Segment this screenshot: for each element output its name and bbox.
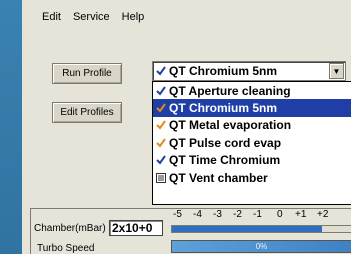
turbo-speed-label: Turbo Speed <box>37 243 95 254</box>
dropdown-item-label: QT Pulse cord evap <box>169 135 282 150</box>
check-mark-icon <box>156 155 166 165</box>
turbo-speed-value: 0% <box>255 242 268 251</box>
scale-tick: -3 <box>213 209 222 220</box>
menu-edit[interactable]: Edit <box>36 11 67 23</box>
dropdown-item-label: QT Time Chromium <box>169 153 281 168</box>
chamber-pressure-label: Chamber(mBar) <box>34 223 106 234</box>
dropdown-item-time-chromium[interactable]: QT Time Chromium <box>153 152 351 169</box>
menu-help[interactable]: Help <box>116 11 151 23</box>
scale-tick: +2 <box>317 209 329 220</box>
check-mark-icon <box>156 86 166 96</box>
scale-tick: -1 <box>253 209 262 220</box>
dropdown-items: QT Aperture cleaning QT Chromium 5nm QT … <box>153 82 351 204</box>
edit-profiles-button[interactable]: Edit Profiles <box>52 102 122 123</box>
pressure-scale: -5 -4 -3 -2 -1 0 +1 +2 <box>173 209 351 223</box>
dropdown-item-chromium-5nm[interactable]: QT Chromium 5nm <box>153 99 351 117</box>
check-mark-icon <box>156 103 166 113</box>
chevron-down-icon[interactable]: ▼ <box>329 63 344 79</box>
dropdown-item-label: QT Aperture cleaning <box>169 83 291 98</box>
app-window: Edit Service Help Run Profile Edit Profi… <box>22 0 351 254</box>
profile-select-value-row: QT Chromium 5nm <box>153 64 329 78</box>
dropdown-item-metal-evaporation[interactable]: QT Metal evaporation <box>153 117 351 134</box>
profile-select[interactable]: QT Chromium 5nm ▼ <box>152 61 346 81</box>
dropdown-item-pulse-cord-evap[interactable]: QT Pulse cord evap <box>153 134 351 151</box>
scale-tick: 0 <box>277 209 283 220</box>
turbo-speed-bar: 0% <box>171 240 351 253</box>
dropdown-item-vent-chamber[interactable]: QT Vent chamber <box>153 169 351 186</box>
scale-tick: -4 <box>193 209 202 220</box>
vent-icon <box>156 172 166 183</box>
profile-select-value: QT Chromium 5nm <box>169 64 278 78</box>
dropdown-item-label: QT Chromium 5nm <box>169 101 278 116</box>
dropdown-item-aperture-cleaning[interactable]: QT Aperture cleaning <box>153 82 351 99</box>
chamber-pressure-value: 2x10+0 <box>109 220 163 236</box>
dropdown-item-label: QT Metal evaporation <box>169 118 292 133</box>
profile-dropdown-list: QT Aperture cleaning QT Chromium 5nm QT … <box>152 81 351 205</box>
check-mark-icon <box>156 138 166 148</box>
status-panel: Chamber(mBar) 2x10+0 -5 -4 -3 -2 -1 0 +1… <box>30 208 351 254</box>
menu-service[interactable]: Service <box>67 11 116 23</box>
dropdown-item-label: QT Vent chamber <box>169 170 268 185</box>
check-mark-icon <box>156 66 166 76</box>
scale-tick: -5 <box>173 209 182 220</box>
pressure-gauge <box>171 225 351 233</box>
pressure-gauge-fill <box>172 226 322 232</box>
run-profile-button[interactable]: Run Profile <box>52 63 122 84</box>
desktop-edge <box>0 0 22 254</box>
scale-tick: -2 <box>233 209 242 220</box>
check-mark-icon <box>156 120 166 131</box>
menu-bar: Edit Service Help <box>22 0 351 34</box>
scale-tick: +1 <box>295 209 307 220</box>
